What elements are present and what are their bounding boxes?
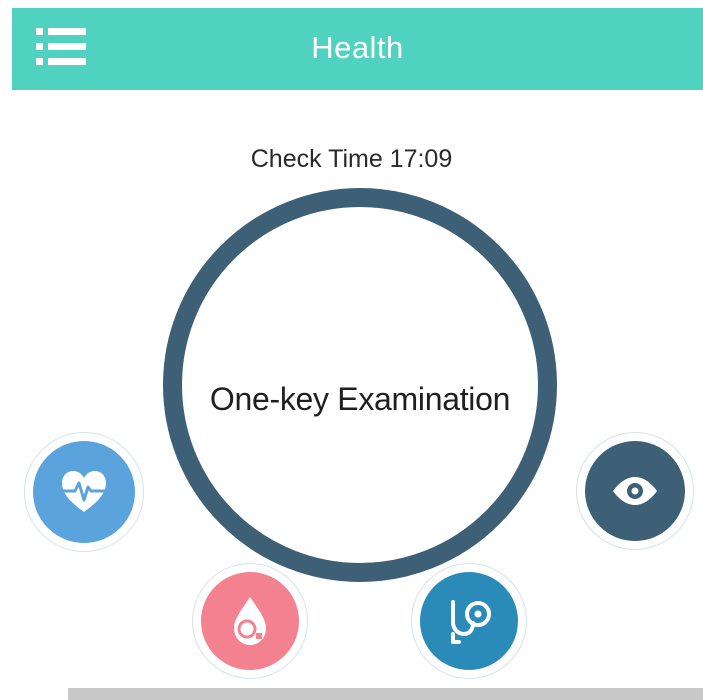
health-screen: Health Check Time 17:09 One-key Examinat…: [0, 0, 703, 700]
one-key-examination-button[interactable]: One-key Examination: [163, 188, 557, 582]
heart-pulse-icon: [61, 471, 107, 512]
app-header: Health: [12, 8, 703, 90]
heart-rate-button[interactable]: [24, 432, 144, 552]
blood-pressure-button[interactable]: [411, 563, 527, 679]
stethoscope-icon: [451, 600, 491, 644]
blood-pressure-circle: [420, 572, 518, 670]
heart-rate-circle: [33, 441, 135, 543]
blood-oxygen-button[interactable]: [192, 563, 308, 679]
blood-oxygen-circle: [201, 572, 299, 670]
check-time-label: Check Time 17:09: [250, 145, 453, 173]
bottom-bar: [68, 688, 703, 700]
oxygen-drop-icon: [234, 597, 266, 645]
eye-care-button[interactable]: [576, 432, 694, 550]
one-key-examination-label: One-key Examination: [209, 381, 511, 417]
page-title: Health: [311, 30, 404, 65]
eye-care-circle: [585, 441, 685, 541]
eye-icon: [613, 477, 657, 505]
